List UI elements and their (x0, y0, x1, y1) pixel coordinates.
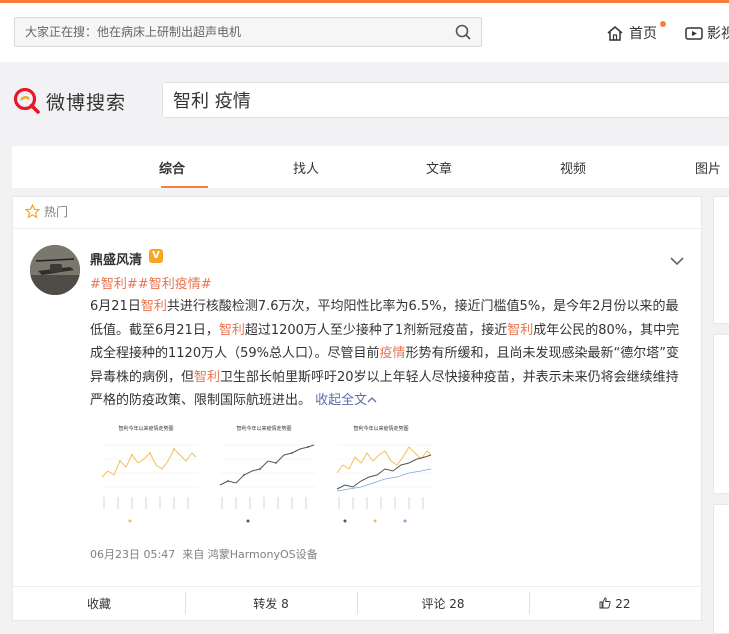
keyword-highlight: 智利 (507, 322, 534, 338)
tab-comprehensive[interactable]: 综合 (159, 158, 185, 177)
source-prefix: 来自 (182, 548, 205, 561)
post-time[interactable]: 06月23日 05:47 (90, 548, 175, 561)
top-search-box[interactable] (14, 17, 482, 47)
weibo-search-logo[interactable]: 微博搜索 (12, 86, 126, 116)
verified-badge-icon: V (149, 249, 163, 263)
tab-people[interactable]: 找人 (293, 158, 319, 177)
like-count: 22 (615, 597, 631, 611)
home-icon (607, 25, 623, 41)
comment-button[interactable]: 评论 28 (357, 587, 529, 621)
main-search-box[interactable] (162, 82, 729, 118)
notification-dot (660, 21, 666, 27)
nav-home-label: 首页 (629, 26, 657, 42)
right-sidebar-card (713, 334, 729, 494)
hot-header: 热门 (25, 203, 68, 220)
chevron-up-icon (367, 397, 377, 403)
post-actions: 收藏 转发 8 评论 28 22 (13, 586, 701, 621)
post-image-thumbnail[interactable]: 智利今年以来疫情走势图 (90, 425, 202, 531)
hashtags: #智利##智利疫情# (90, 273, 212, 292)
weibo-logo-icon (13, 87, 40, 114)
keyword-highlight: 智利 (218, 322, 245, 338)
top-search-input[interactable] (15, 18, 455, 46)
post-body: 6月21日智利共进行核酸检测7.6万次，平均阳性比率为6.5%，接近门槛值5%，… (90, 295, 690, 413)
thumbs-up-icon (599, 597, 612, 609)
avatar[interactable] (30, 245, 80, 295)
post-text: 超过1200万人至少接种了1剂新冠疫苗，接近 (244, 322, 508, 338)
post-image-thumbnail[interactable]: 智利今年以来疫情走势图 (325, 425, 437, 531)
nav-home[interactable]: 首页 (606, 23, 657, 43)
top-bar: 首页 影视 (0, 0, 729, 62)
weibo-post-card: 热门 鼎盛风清 V #智利##智利疫情# 6月21日智利共进行核酸检测7.6万次… (12, 196, 702, 621)
post-image-thumbnail[interactable]: 智利今年以来疫情走势图 (208, 425, 320, 531)
tab-videos[interactable]: 视频 (560, 158, 586, 177)
chevron-down-icon[interactable] (670, 251, 684, 270)
post-meta: 06月23日 05:47 来自 鸿蒙HarmonyOS设备 (90, 546, 318, 562)
nav-video-label: 影视 (707, 26, 729, 42)
post-text: 6月21日 (90, 299, 141, 314)
active-tab-indicator (161, 186, 208, 188)
collect-button[interactable]: 收藏 (13, 587, 185, 621)
hashtag-link[interactable]: #智利疫情# (138, 277, 212, 292)
star-icon (25, 204, 40, 219)
video-icon (685, 26, 703, 40)
username[interactable]: 鼎盛风清 (90, 249, 142, 268)
main-search-input[interactable] (163, 83, 729, 117)
collapse-label: 收起全文 (315, 393, 368, 408)
hot-label: 热门 (44, 205, 69, 219)
keyword-highlight: 疫情 (379, 346, 406, 361)
nav-video[interactable]: 影视 (685, 23, 729, 43)
right-sidebar-card (713, 196, 729, 324)
search-icon[interactable] (455, 24, 471, 44)
divider (13, 228, 701, 229)
post-source[interactable]: 鸿蒙HarmonyOS设备 (208, 548, 318, 561)
search-tabs: 综合 找人 文章 视频 图片 (12, 146, 729, 188)
right-sidebar-card (713, 504, 729, 634)
tab-articles[interactable]: 文章 (426, 158, 452, 177)
hashtag-link[interactable]: #智利# (90, 277, 138, 292)
like-button[interactable]: 22 (529, 587, 701, 621)
tab-images[interactable]: 图片 (695, 158, 721, 177)
repost-button[interactable]: 转发 8 (185, 587, 357, 621)
keyword-highlight: 智利 (194, 369, 221, 385)
collapse-full-text-link[interactable]: 收起全文 (315, 393, 377, 408)
logo-text: 微博搜索 (46, 91, 127, 114)
keyword-highlight: 智利 (140, 299, 167, 314)
